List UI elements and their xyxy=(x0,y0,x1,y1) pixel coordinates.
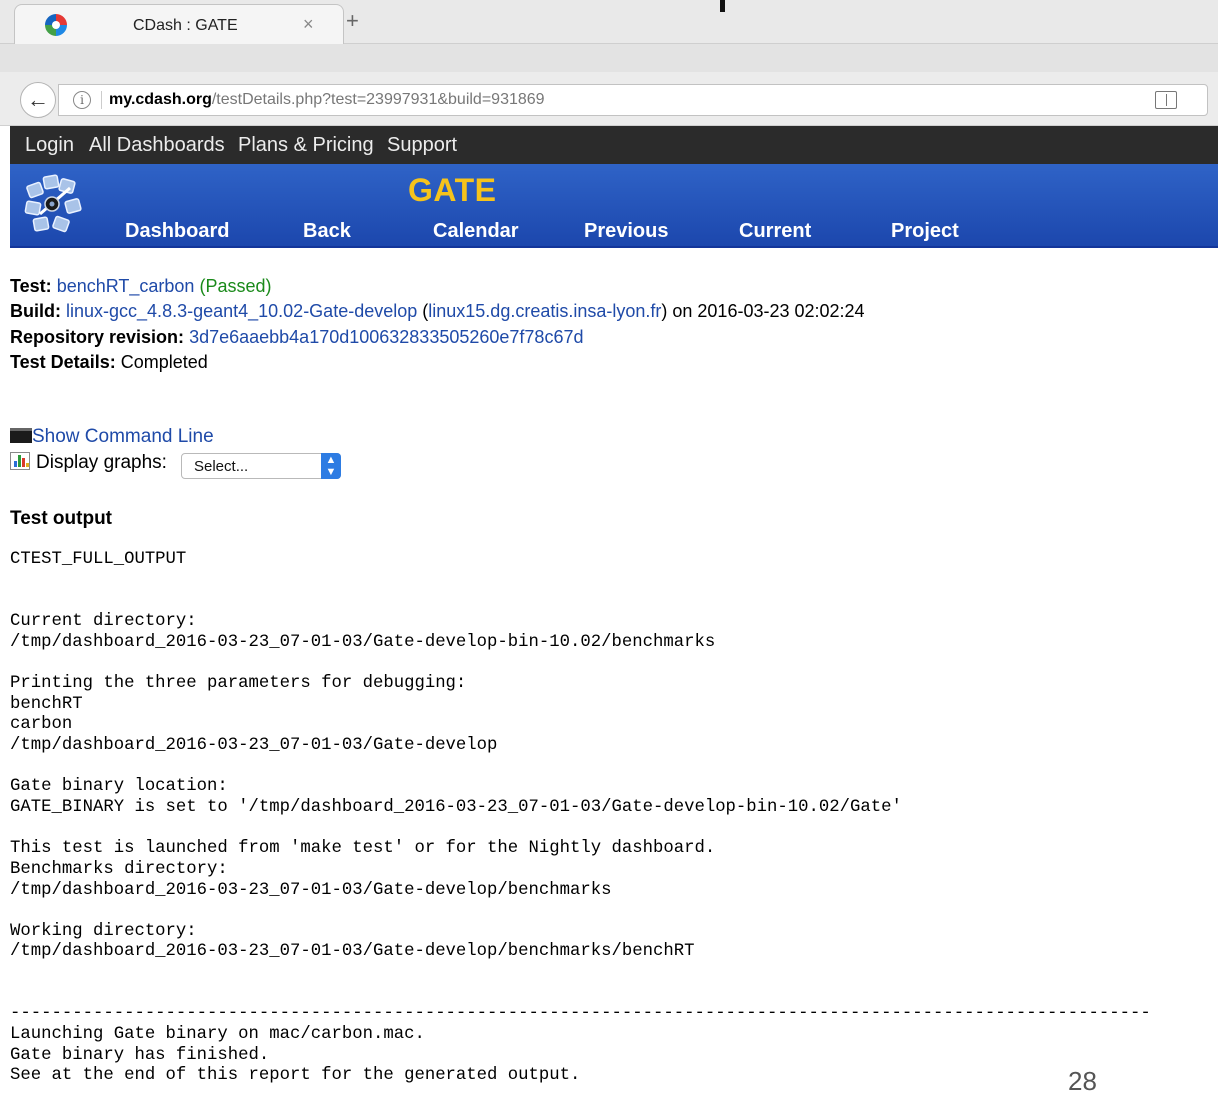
build-date: ) on 2016-03-23 02:02:24 xyxy=(661,301,865,321)
output-line: This test is launched from 'make test' o… xyxy=(10,839,716,859)
revision-link[interactable]: 3d7e6aaebb4a170d100632833505260e7f78c67d xyxy=(189,327,583,347)
url-host: my.cdash.org xyxy=(109,91,212,108)
select-arrows-icon[interactable]: ▲ ▼ xyxy=(321,453,341,479)
output-line: Current directory: xyxy=(10,611,197,631)
new-tab-icon[interactable]: + xyxy=(346,8,359,34)
build-site-link[interactable]: linux15.dg.creatis.insa-lyon.fr xyxy=(428,301,661,321)
output-line: Printing the three parameters for debugg… xyxy=(10,673,467,693)
navigation-toolbar: ← i my.cdash.org/testDetails.php?test=23… xyxy=(0,72,1218,126)
build-label: Build: xyxy=(10,301,61,321)
output-line: Working directory: xyxy=(10,921,197,941)
test-output-heading: Test output xyxy=(10,508,113,529)
browser-tab[interactable]: CDash : GATE × xyxy=(14,4,344,44)
output-line: GATE_BINARY is set to '/tmp/dashboard_20… xyxy=(10,797,902,817)
menu-calendar[interactable]: Calendar xyxy=(433,220,519,243)
page-number: 28 xyxy=(1068,1066,1097,1096)
display-graphs-row: Display graphs: Select... ▲ ▼ xyxy=(10,452,341,479)
output-line: /tmp/dashboard_2016-03-23_07-01-03/Gate-… xyxy=(10,632,716,652)
all-dashboards-link[interactable]: All Dashboards xyxy=(89,134,225,157)
url-separator xyxy=(101,91,102,109)
test-output-text: CTEST_FULL_OUTPUT Current directory:/tmp… xyxy=(10,550,1151,1087)
login-link[interactable]: Login xyxy=(25,134,74,157)
menu-current[interactable]: Current xyxy=(739,220,811,243)
address-bar[interactable]: i my.cdash.org/testDetails.php?test=2399… xyxy=(58,84,1208,116)
terminal-icon xyxy=(10,428,32,443)
back-arrow-icon[interactable]: ← xyxy=(20,82,56,118)
cdash-favicon-icon xyxy=(45,14,67,36)
output-line: CTEST_FULL_OUTPUT xyxy=(10,550,187,569)
show-command-row: Show Command Line xyxy=(10,426,214,448)
build-paren-open: ( xyxy=(417,301,429,321)
window-edge-marker xyxy=(720,0,725,12)
test-label: Test: xyxy=(10,276,52,296)
url-path: /testDetails.php?test=23997931&build=931… xyxy=(211,91,545,108)
test-status: (Passed) xyxy=(199,276,272,296)
output-line: Gate binary has finished. xyxy=(10,1045,270,1065)
menu-project[interactable]: Project xyxy=(891,220,959,243)
output-line: ----------------------------------------… xyxy=(10,1004,1151,1024)
output-line: benchRT xyxy=(10,694,83,714)
toolbar-spacer xyxy=(0,44,1218,72)
output-line: /tmp/dashboard_2016-03-23_07-01-03/Gate-… xyxy=(10,942,695,962)
details-label: Test Details: xyxy=(10,352,116,372)
display-graphs-label: Display graphs: xyxy=(36,452,167,473)
revision-label: Repository revision: xyxy=(10,327,185,347)
output-line: Benchmarks directory: xyxy=(10,859,228,879)
site-info-icon[interactable]: i xyxy=(73,91,91,109)
tab-close-icon[interactable]: × xyxy=(303,14,314,35)
browser-tabstrip: CDash : GATE × + xyxy=(0,0,1218,44)
test-line: Test: benchRT_carbon (Passed) xyxy=(10,276,272,297)
plans-pricing-link[interactable]: Plans & Pricing xyxy=(238,134,374,157)
menu-previous[interactable]: Previous xyxy=(584,220,668,243)
revision-line: Repository revision: 3d7e6aaebb4a170d100… xyxy=(10,327,583,348)
reader-view-icon[interactable] xyxy=(1155,91,1177,109)
details-line: Test Details: Completed xyxy=(10,352,208,373)
output-line: /tmp/dashboard_2016-03-23_07-01-03/Gate-… xyxy=(10,880,612,900)
details-value: Completed xyxy=(120,352,208,372)
cdash-top-nav: Login All Dashboards Plans & Pricing Sup… xyxy=(10,126,1218,164)
output-line: /tmp/dashboard_2016-03-23_07-01-03/Gate-… xyxy=(10,735,498,755)
project-title: GATE xyxy=(408,172,497,208)
output-line: carbon xyxy=(10,715,73,735)
graph-select[interactable]: Select... ▲ ▼ xyxy=(181,453,341,479)
test-name-link[interactable]: benchRT_carbon xyxy=(57,276,195,296)
tab-title: CDash : GATE xyxy=(133,17,238,34)
url-text[interactable]: my.cdash.org/testDetails.php?test=239979… xyxy=(109,91,545,109)
bar-chart-icon xyxy=(10,452,30,470)
menu-dashboard[interactable]: Dashboard xyxy=(125,220,229,243)
menu-back[interactable]: Back xyxy=(303,220,351,243)
cdash-logo-icon xyxy=(24,174,82,233)
output-line: Gate binary location: xyxy=(10,777,228,797)
show-command-link[interactable]: Show Command Line xyxy=(32,426,214,447)
output-line: See at the end of this report for the ge… xyxy=(10,1066,581,1086)
build-line: Build: linux-gcc_4.8.3-geant4_10.02-Gate… xyxy=(10,301,865,322)
build-name-link[interactable]: linux-gcc_4.8.3-geant4_10.02-Gate-develo… xyxy=(66,301,417,321)
project-header: GATE Dashboard Back Calendar Previous Cu… xyxy=(10,164,1218,248)
graph-select-value: Select... xyxy=(194,458,249,475)
support-link[interactable]: Support xyxy=(387,134,457,157)
output-line: Launching Gate binary on mac/carbon.mac. xyxy=(10,1025,425,1045)
